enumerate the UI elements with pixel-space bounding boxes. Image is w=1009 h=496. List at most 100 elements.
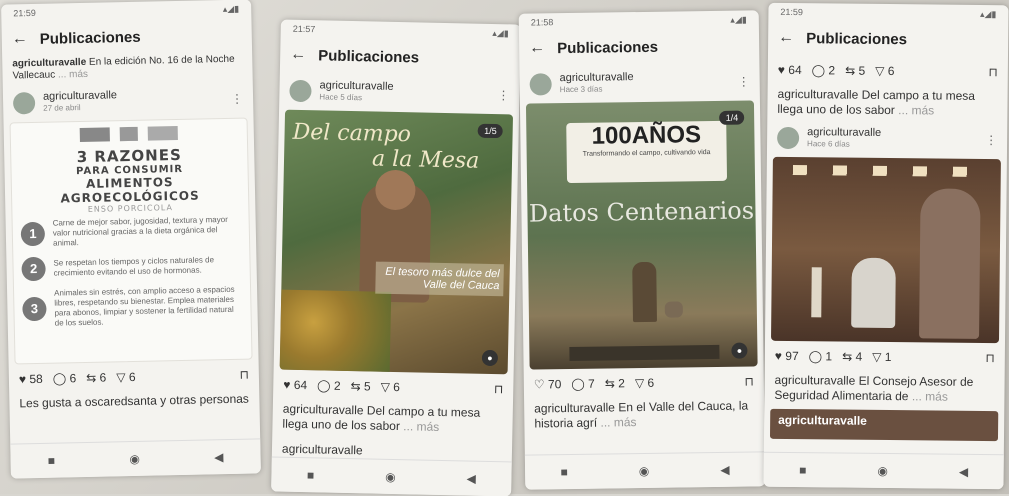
- like-button[interactable]: ♥ 64: [283, 378, 307, 392]
- comment-icon[interactable]: ◯: [53, 371, 67, 385]
- account-name[interactable]: agriculturavalle: [807, 126, 881, 139]
- comment-button[interactable]: ◯ 2: [812, 63, 836, 77]
- circle-icon[interactable]: ◉: [877, 464, 888, 478]
- repost-button[interactable]: ⇆ 2: [605, 376, 625, 390]
- bookmark-icon[interactable]: ⊓: [239, 368, 249, 382]
- comment-button[interactable]: ◯ 2: [317, 378, 341, 392]
- post-account[interactable]: agriculturavalle Hace 5 días: [319, 79, 393, 105]
- send-button[interactable]: ▽ 6: [381, 380, 401, 394]
- caption-account[interactable]: agriculturavalle: [778, 87, 859, 102]
- send-icon[interactable]: ▽: [381, 380, 391, 394]
- like-button[interactable]: ♥ 97: [775, 349, 799, 363]
- circle-icon[interactable]: ◉: [385, 470, 396, 484]
- comment-icon[interactable]: ◯: [812, 63, 826, 77]
- comment-button[interactable]: ◯ 7: [571, 377, 595, 391]
- send-button[interactable]: ▽ 6: [635, 376, 654, 390]
- caption-account[interactable]: agriculturavalle: [12, 57, 86, 70]
- next-account-name[interactable]: agriculturavalle: [282, 442, 363, 458]
- more-link[interactable]: ... más: [403, 419, 439, 434]
- more-link[interactable]: ... más: [600, 415, 636, 430]
- more-options-icon[interactable]: ⋮: [497, 88, 509, 102]
- next-post-header[interactable]: agriculturavalle: [769, 408, 999, 442]
- more-link[interactable]: ... más: [58, 69, 88, 81]
- account-name[interactable]: agriculturavalle: [560, 71, 634, 84]
- like-button[interactable]: ♥ 64: [778, 63, 802, 77]
- bookmark-icon[interactable]: ⊓: [988, 65, 998, 79]
- send-icon[interactable]: ▽: [635, 376, 644, 390]
- avatar[interactable]: [289, 79, 312, 103]
- send-icon[interactable]: ▽: [872, 350, 881, 364]
- post-image[interactable]: 100AÑOS Transformando el campo, cultivan…: [525, 100, 758, 370]
- arrow-left-icon[interactable]: ←: [778, 29, 794, 47]
- like-button[interactable]: ♡ 70: [534, 377, 562, 391]
- post-image[interactable]: [771, 156, 1001, 344]
- repost-button[interactable]: ⇆ 6: [86, 371, 106, 385]
- more-link[interactable]: ... más: [912, 389, 948, 403]
- phone-4: 21:59 ▴◢▮ ← Publicaciones ♥ 64 ◯ 2 ⇆ 5 ▽ …: [763, 2, 1009, 490]
- heart-icon[interactable]: ♥: [283, 378, 290, 392]
- repost-icon[interactable]: ⇆: [605, 376, 615, 390]
- more-link[interactable]: ... más: [898, 103, 934, 117]
- arrow-left-icon[interactable]: ←: [12, 30, 28, 48]
- caption-account[interactable]: agriculturavalle: [283, 402, 364, 418]
- post-image[interactable]: 3 RAZONES PARA CONSUMIR ALIMENTOS AGROEC…: [9, 117, 253, 365]
- comment-icon[interactable]: ◯: [809, 349, 823, 363]
- liked-by-text[interactable]: Les gusta a oscaredsanta y otras persona…: [19, 392, 249, 411]
- bookmark-icon[interactable]: ⊓: [494, 382, 504, 396]
- send-button[interactable]: ▽ 6: [116, 370, 136, 384]
- comment-button[interactable]: ◯ 6: [53, 371, 77, 385]
- caption-account[interactable]: agriculturavalle: [534, 400, 615, 415]
- avatar[interactable]: [777, 126, 800, 150]
- send-button[interactable]: ▽ 1: [872, 350, 891, 364]
- arrow-left-icon[interactable]: ←: [290, 46, 306, 64]
- square-icon[interactable]: ■: [307, 468, 315, 482]
- circle-icon[interactable]: ◉: [129, 452, 140, 466]
- bookmark-icon[interactable]: ⊓: [744, 374, 754, 388]
- like-button[interactable]: ♥ 58: [19, 372, 43, 386]
- more-options-icon[interactable]: ⋮: [231, 92, 243, 106]
- square-icon[interactable]: ■: [560, 465, 567, 479]
- post-account[interactable]: agriculturavalle Hace 3 días: [560, 71, 634, 96]
- send-icon[interactable]: ▽: [116, 370, 126, 384]
- more-options-icon[interactable]: ⋮: [738, 74, 750, 88]
- comment-count: 7: [588, 376, 595, 391]
- heart-icon[interactable]: ♥: [19, 372, 26, 386]
- comment-button[interactable]: ◯ 1: [809, 349, 833, 363]
- repost-icon[interactable]: ⇆: [845, 64, 855, 78]
- repost-icon[interactable]: ⇆: [86, 371, 96, 385]
- triangle-back-icon[interactable]: ◀: [959, 465, 968, 479]
- post-account[interactable]: agriculturavalle 27 de abril: [43, 89, 117, 115]
- repost-icon[interactable]: ⇆: [350, 379, 360, 393]
- triangle-back-icon[interactable]: ◀: [720, 463, 729, 477]
- bookmark-icon[interactable]: ⊓: [985, 351, 995, 365]
- post-header: agriculturavalle Hace 5 días ⋮: [279, 72, 520, 115]
- repost-button[interactable]: ⇆ 5: [350, 379, 370, 393]
- triangle-back-icon[interactable]: ◀: [214, 450, 224, 464]
- heart-icon[interactable]: ♡: [534, 377, 545, 391]
- circle-icon[interactable]: ◉: [639, 464, 650, 478]
- comment-icon[interactable]: ◯: [571, 377, 585, 391]
- send-icon[interactable]: ▽: [875, 64, 884, 78]
- account-name[interactable]: agriculturavalle: [43, 89, 117, 103]
- square-icon[interactable]: ■: [799, 463, 806, 477]
- repost-button[interactable]: ⇆ 4: [842, 350, 862, 364]
- more-options-icon[interactable]: ⋮: [985, 133, 997, 147]
- post-image[interactable]: Del campo a la Mesa El tesoro más dulce …: [279, 109, 514, 375]
- repost-button[interactable]: ⇆ 5: [845, 64, 865, 78]
- square-icon[interactable]: ■: [48, 454, 56, 468]
- send-button[interactable]: ▽ 6: [875, 64, 894, 78]
- status-icons: ▴◢▮: [492, 27, 509, 39]
- arrow-left-icon[interactable]: ←: [529, 39, 545, 57]
- post-account[interactable]: agriculturavalle Hace 6 días: [807, 126, 881, 151]
- triangle-back-icon[interactable]: ◀: [466, 472, 476, 486]
- tag-icon[interactable]: ●: [481, 349, 499, 367]
- avatar[interactable]: [529, 73, 552, 96]
- tag-icon[interactable]: ●: [731, 342, 748, 359]
- repost-icon[interactable]: ⇆: [842, 350, 852, 364]
- comment-icon[interactable]: ◯: [317, 378, 331, 392]
- heart-icon[interactable]: ♥: [775, 349, 782, 363]
- heart-icon[interactable]: ♥: [778, 63, 785, 77]
- caption-account[interactable]: agriculturavalle: [775, 373, 856, 388]
- next-account-name[interactable]: agriculturavalle: [778, 413, 867, 428]
- avatar[interactable]: [12, 91, 36, 115]
